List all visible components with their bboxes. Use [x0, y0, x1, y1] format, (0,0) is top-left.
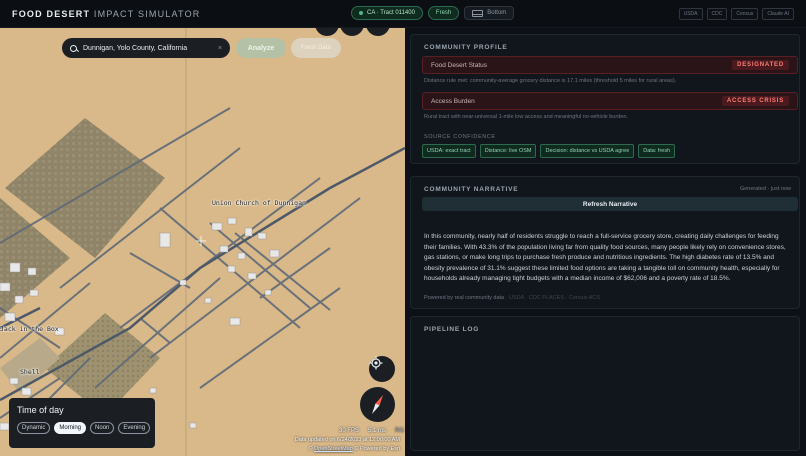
status-badge: DESIGNATED	[732, 60, 789, 70]
map-label-union-church: Union Church of Dunnigan	[212, 199, 306, 207]
profile-title: COMMUNITY PROFILE	[424, 44, 508, 51]
conf-chip: Distance: live OSM	[479, 144, 537, 158]
source-chip-usda: USDA	[678, 8, 703, 20]
tract-pill[interactable]: CA · Tract 011400	[351, 6, 423, 20]
source-chips: USDA CDC Census Claude AI	[678, 8, 794, 20]
source-chip-claude: Claude AI	[762, 8, 794, 20]
bottom-layout-button[interactable]: Bottom	[464, 6, 515, 20]
fps-readout: 30 FPS	[339, 428, 360, 434]
map-label-jack-in-the-box: Jack in the Box	[0, 325, 59, 333]
panel-bottom-icon	[472, 9, 484, 17]
confidence-chips: USDA: exact tract Distance: live OSM Dec…	[422, 144, 676, 158]
search-icon	[70, 44, 77, 52]
map-attribution: © OpenStreetMap © Powered by Esri	[308, 446, 400, 452]
conf-chip: Data: fresh	[638, 144, 676, 158]
map-view[interactable]: Dunnigan, Yolo County, California × Anal…	[0, 28, 405, 456]
status-note: Distance rule met: community-average gro…	[424, 78, 677, 84]
time-of-day-title: Time of day	[17, 405, 64, 415]
search-input[interactable]: Dunnigan, Yolo County, California	[83, 45, 218, 52]
burden-note: Rural tract with near-universal 1-mile l…	[424, 114, 628, 120]
source-chip-cdc: CDC	[706, 8, 728, 20]
ms-readout: 5.1 ms	[368, 428, 387, 434]
location-search[interactable]: Dunnigan, Yolo County, California ×	[62, 38, 230, 58]
app-title: FOOD DESERT IMPACT SIMULATOR	[12, 8, 201, 19]
conf-chip: USDA: exact tract	[422, 144, 476, 158]
rg-readout: RG	[395, 428, 405, 434]
building	[159, 232, 171, 248]
locate-icon	[369, 356, 383, 370]
narrative-text: In this community, nearly half of reside…	[424, 233, 786, 282]
analyze-button[interactable]: Analyze	[236, 38, 286, 58]
burden-badge: ACCESS CRISIS	[721, 96, 789, 106]
crosshair-icon	[196, 236, 206, 246]
source-chip-census: Census	[731, 8, 759, 20]
top-status-group: CA · Tract 011400 Fresh Bottom	[351, 6, 515, 20]
map-label-shell: Shell	[20, 368, 40, 376]
food-desert-status-row: Food Desert Status DESIGNATED	[422, 56, 798, 74]
locate-button[interactable]	[369, 356, 395, 382]
source-confidence-heading: SOURCE CONFIDENCE	[424, 134, 496, 140]
info-panel: COMMUNITY PROFILE Food Desert Status DES…	[405, 28, 806, 456]
tod-morning-button[interactable]: Morning	[54, 422, 87, 434]
clear-icon[interactable]: ×	[218, 45, 222, 52]
compass-button[interactable]	[360, 387, 395, 422]
data-updated-text: Data updated on 6/24/2023 at 12:00:00 AM	[294, 437, 400, 443]
fresh-badge: Fresh	[427, 6, 460, 20]
generated-timestamp: Generated · just now	[739, 186, 791, 192]
osm-link[interactable]: OpenStreetMap	[314, 446, 353, 452]
tod-noon-button[interactable]: Noon	[90, 422, 115, 434]
compass-icon	[372, 395, 383, 414]
conf-chip: Decision: distance vs USDA agree	[540, 144, 635, 158]
map-canvas	[0, 28, 405, 456]
time-of-day-panel: Time of day Dynamic Morning Noon Evening	[9, 398, 155, 448]
fresh-data-button[interactable]: Fresh Data	[291, 38, 341, 58]
status-dot-icon	[359, 11, 363, 15]
tod-evening-button[interactable]: Evening	[118, 422, 151, 434]
pipeline-log-card[interactable]: PIPELINE LOG	[410, 316, 800, 451]
render-stats: 30 FPS 5.1 ms RG	[339, 428, 404, 434]
refresh-narrative-button[interactable]: Refresh Narrative	[422, 197, 798, 211]
narrative-title: COMMUNITY NARRATIVE	[424, 186, 519, 193]
community-profile-card: COMMUNITY PROFILE Food Desert Status DES…	[410, 34, 800, 164]
access-burden-row: Access Burden ACCESS CRISIS	[422, 92, 798, 110]
powered-by-note: Powered by real community data · USDA · …	[424, 295, 601, 301]
pipeline-title: PIPELINE LOG	[424, 326, 480, 333]
tod-dynamic-button[interactable]: Dynamic	[17, 422, 51, 434]
community-narrative-card: COMMUNITY NARRATIVE Generated · just now…	[410, 176, 800, 309]
